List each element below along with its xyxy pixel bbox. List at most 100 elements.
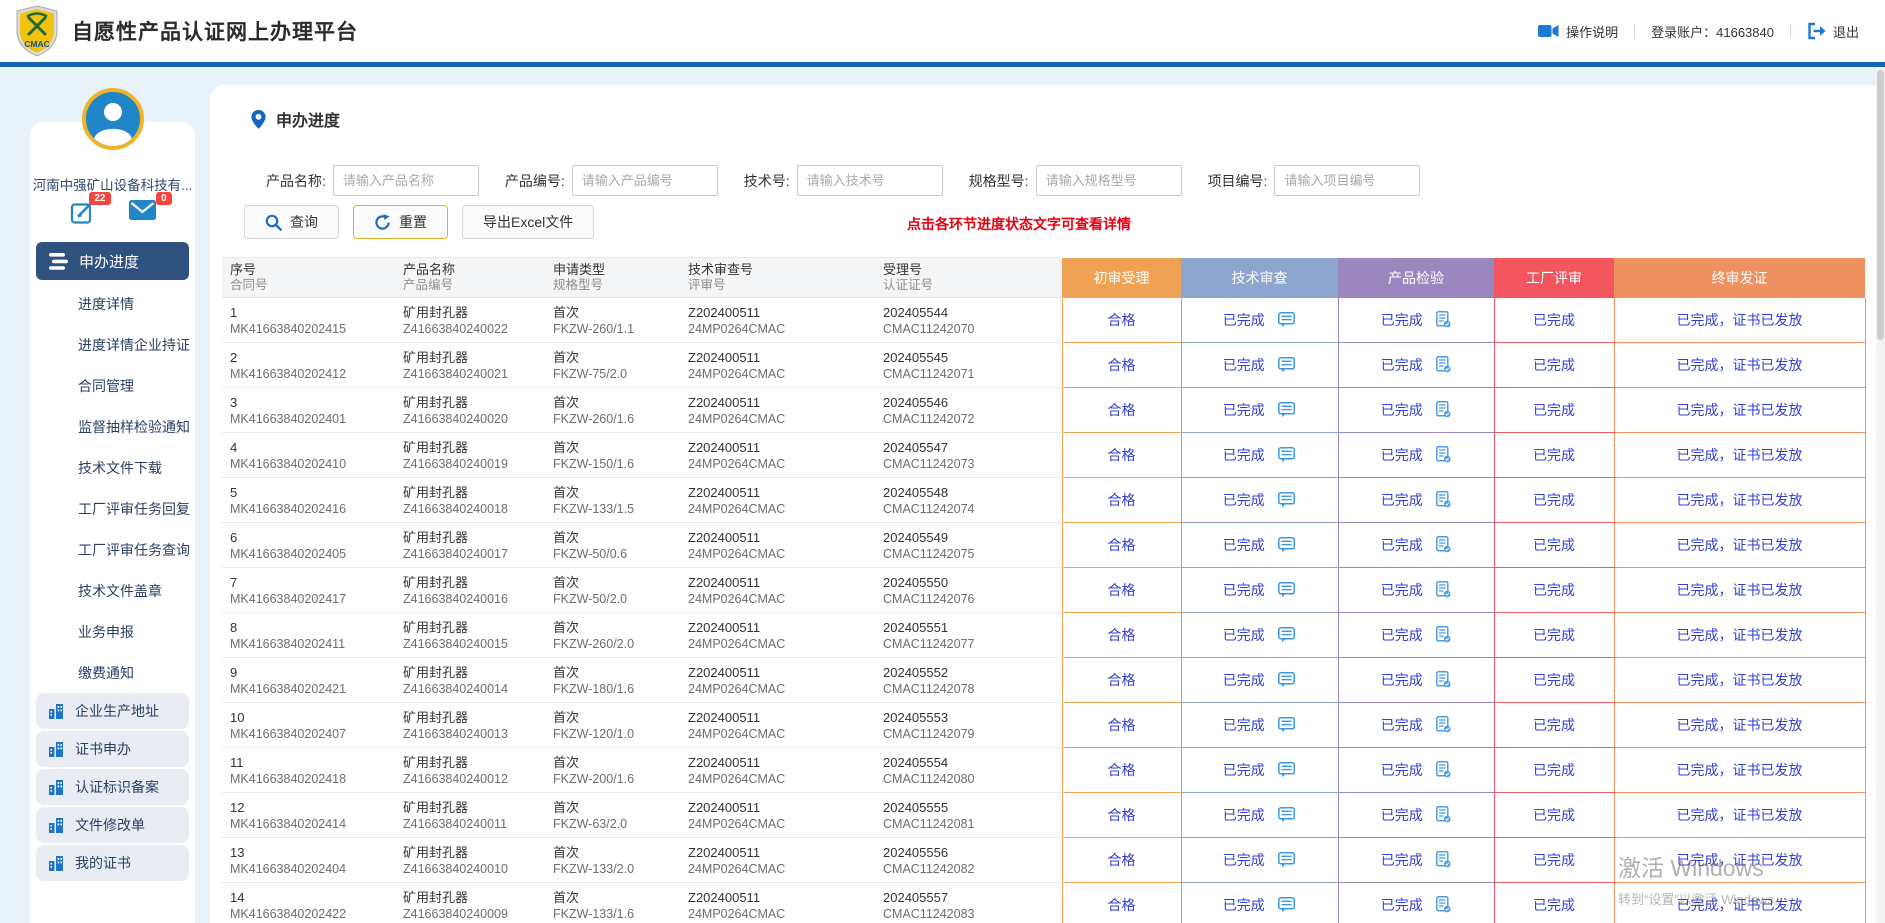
- report-icon[interactable]: [1436, 716, 1451, 733]
- product-name-input[interactable]: [333, 165, 479, 196]
- product-no-input[interactable]: [572, 165, 718, 196]
- contract-number-link[interactable]: MK41663840202417: [230, 591, 395, 607]
- contract-number-link[interactable]: MK41663840202405: [230, 546, 395, 562]
- final-cert-status[interactable]: 已完成，证书已发放: [1677, 312, 1803, 328]
- final-cert-status[interactable]: 已完成，证书已发放: [1677, 852, 1803, 868]
- product-inspection-status[interactable]: 已完成: [1381, 897, 1423, 913]
- final-cert-status[interactable]: 已完成，证书已发放: [1677, 357, 1803, 373]
- product-inspection-status[interactable]: 已完成: [1381, 447, 1423, 463]
- product-inspection-status[interactable]: 已完成: [1381, 492, 1423, 508]
- final-cert-status[interactable]: 已完成，证书已发放: [1677, 807, 1803, 823]
- factory-review-status[interactable]: 已完成: [1533, 402, 1575, 418]
- comment-icon[interactable]: [1278, 852, 1296, 868]
- sidebar-menu-item[interactable]: 技术文件盖章: [30, 571, 195, 612]
- contract-number-link[interactable]: MK41663840202415: [230, 321, 395, 337]
- contract-number-link[interactable]: MK41663840202401: [230, 411, 395, 427]
- contract-number-link[interactable]: MK41663840202418: [230, 771, 395, 787]
- export-excel-button[interactable]: 导出Excel文件: [462, 205, 594, 239]
- reset-button[interactable]: 重置: [353, 205, 448, 239]
- tech-check-status[interactable]: 已完成: [1223, 357, 1265, 373]
- initial-review-status[interactable]: 合格: [1108, 402, 1136, 418]
- final-cert-status[interactable]: 已完成，证书已发放: [1677, 762, 1803, 778]
- sidebar-menu-item[interactable]: 业务申报: [30, 612, 195, 653]
- todo-edit-button[interactable]: 22: [70, 200, 95, 234]
- search-button[interactable]: 查询: [244, 205, 339, 239]
- final-cert-status[interactable]: 已完成，证书已发放: [1677, 582, 1803, 598]
- report-icon[interactable]: [1436, 671, 1451, 688]
- avatar[interactable]: [82, 88, 144, 150]
- initial-review-status[interactable]: 合格: [1108, 672, 1136, 688]
- contract-number-link[interactable]: MK41663840202414: [230, 816, 395, 832]
- factory-review-status[interactable]: 已完成: [1533, 447, 1575, 463]
- tech-check-status[interactable]: 已完成: [1223, 627, 1265, 643]
- initial-review-status[interactable]: 合格: [1108, 492, 1136, 508]
- comment-icon[interactable]: [1278, 717, 1296, 733]
- product-inspection-status[interactable]: 已完成: [1381, 537, 1423, 553]
- factory-review-status[interactable]: 已完成: [1533, 897, 1575, 913]
- help-button[interactable]: 操作说明: [1538, 22, 1618, 41]
- initial-review-status[interactable]: 合格: [1108, 537, 1136, 553]
- product-inspection-status[interactable]: 已完成: [1381, 402, 1423, 418]
- sidebar-menu-item[interactable]: 监督抽样检验通知: [30, 407, 195, 448]
- initial-review-status[interactable]: 合格: [1108, 852, 1136, 868]
- sidebar-menu-item[interactable]: 合同管理: [30, 366, 195, 407]
- factory-review-status[interactable]: 已完成: [1533, 627, 1575, 643]
- comment-icon[interactable]: [1278, 672, 1296, 688]
- comment-icon[interactable]: [1278, 537, 1296, 553]
- tech-check-status[interactable]: 已完成: [1223, 807, 1265, 823]
- sidebar-item-progress[interactable]: 申办进度: [36, 242, 189, 280]
- sidebar-menu-item[interactable]: 工厂评审任务查询: [30, 530, 195, 571]
- final-cert-status[interactable]: 已完成，证书已发放: [1677, 492, 1803, 508]
- report-icon[interactable]: [1436, 446, 1451, 463]
- report-icon[interactable]: [1436, 581, 1451, 598]
- scrollbar-thumb[interactable]: [1877, 70, 1884, 340]
- product-inspection-status[interactable]: 已完成: [1381, 672, 1423, 688]
- initial-review-status[interactable]: 合格: [1108, 582, 1136, 598]
- project-no-input[interactable]: [1274, 165, 1420, 196]
- factory-review-status[interactable]: 已完成: [1533, 807, 1575, 823]
- report-icon[interactable]: [1436, 356, 1451, 373]
- contract-number-link[interactable]: MK41663840202404: [230, 861, 395, 877]
- factory-review-status[interactable]: 已完成: [1533, 717, 1575, 733]
- report-icon[interactable]: [1436, 626, 1451, 643]
- contract-number-link[interactable]: MK41663840202407: [230, 726, 395, 742]
- logout-button[interactable]: 退出: [1807, 22, 1859, 41]
- tech-check-status[interactable]: 已完成: [1223, 897, 1265, 913]
- report-icon[interactable]: [1436, 896, 1451, 913]
- factory-review-status[interactable]: 已完成: [1533, 762, 1575, 778]
- initial-review-status[interactable]: 合格: [1108, 897, 1136, 913]
- tech-check-status[interactable]: 已完成: [1223, 672, 1265, 688]
- comment-icon[interactable]: [1278, 447, 1296, 463]
- final-cert-status[interactable]: 已完成，证书已发放: [1677, 537, 1803, 553]
- final-cert-status[interactable]: 已完成，证书已发放: [1677, 672, 1803, 688]
- comment-icon[interactable]: [1278, 312, 1296, 328]
- final-cert-status[interactable]: 已完成，证书已发放: [1677, 717, 1803, 733]
- tech-check-status[interactable]: 已完成: [1223, 402, 1265, 418]
- report-icon[interactable]: [1436, 401, 1451, 418]
- report-icon[interactable]: [1436, 311, 1451, 328]
- sidebar-card-item[interactable]: 我的证书: [36, 845, 189, 881]
- final-cert-status[interactable]: 已完成，证书已发放: [1677, 897, 1803, 913]
- sidebar-card-item[interactable]: 企业生产地址: [36, 693, 189, 729]
- factory-review-status[interactable]: 已完成: [1533, 672, 1575, 688]
- product-inspection-status[interactable]: 已完成: [1381, 627, 1423, 643]
- product-inspection-status[interactable]: 已完成: [1381, 807, 1423, 823]
- sidebar-card-item[interactable]: 文件修改单: [36, 807, 189, 843]
- factory-review-status[interactable]: 已完成: [1533, 582, 1575, 598]
- factory-review-status[interactable]: 已完成: [1533, 492, 1575, 508]
- contract-number-link[interactable]: MK41663840202416: [230, 501, 395, 517]
- comment-icon[interactable]: [1278, 762, 1296, 778]
- sidebar-menu-item[interactable]: 进度详情: [30, 284, 195, 325]
- spec-model-input[interactable]: [1036, 165, 1182, 196]
- tech-check-status[interactable]: 已完成: [1223, 717, 1265, 733]
- report-icon[interactable]: [1436, 851, 1451, 868]
- contract-number-link[interactable]: MK41663840202412: [230, 366, 395, 382]
- comment-icon[interactable]: [1278, 492, 1296, 508]
- initial-review-status[interactable]: 合格: [1108, 627, 1136, 643]
- initial-review-status[interactable]: 合格: [1108, 717, 1136, 733]
- sidebar-menu-item[interactable]: 进度详情企业持证: [30, 325, 195, 366]
- initial-review-status[interactable]: 合格: [1108, 807, 1136, 823]
- comment-icon[interactable]: [1278, 357, 1296, 373]
- product-inspection-status[interactable]: 已完成: [1381, 852, 1423, 868]
- product-inspection-status[interactable]: 已完成: [1381, 357, 1423, 373]
